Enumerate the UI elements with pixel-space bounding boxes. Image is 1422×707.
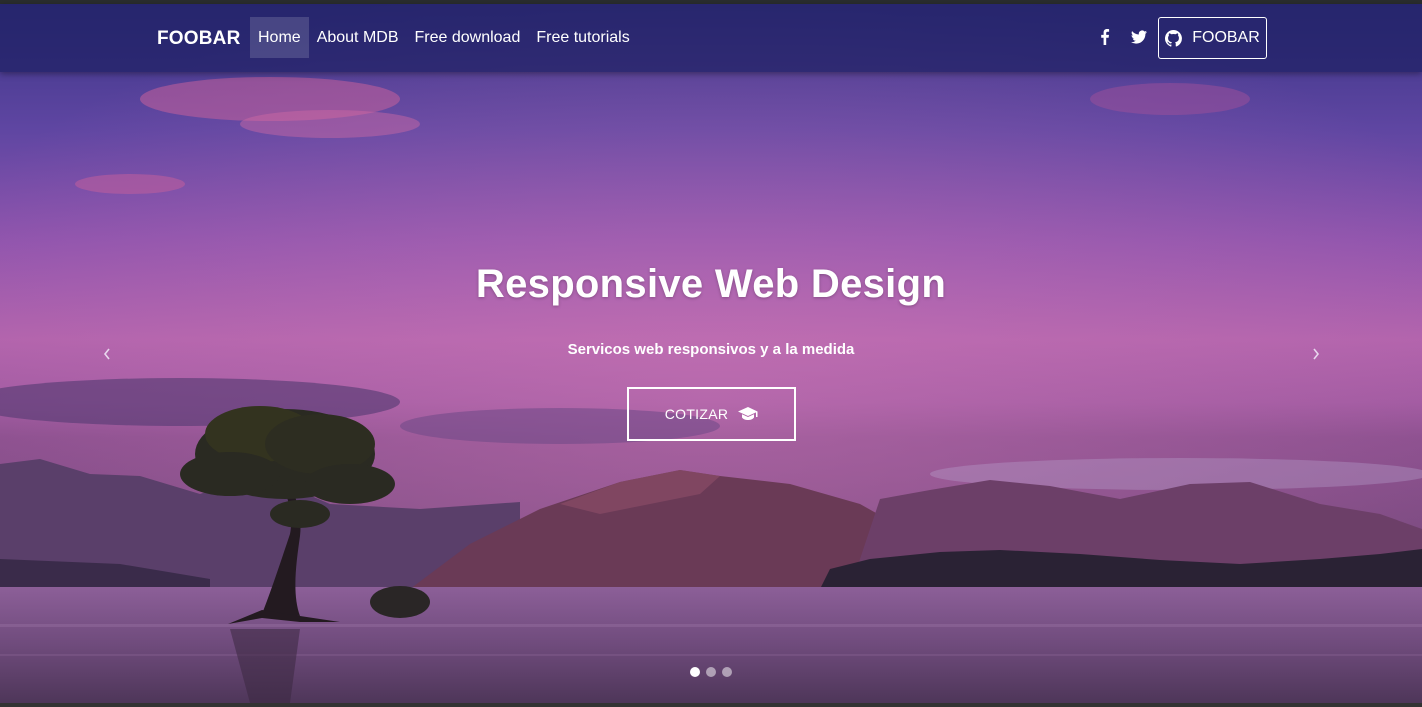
carousel-caption: Responsive Web Design Servicos web respo…: [0, 262, 1422, 358]
nav-links: Home About MDB Free download Free tutori…: [250, 17, 638, 58]
cotizar-button-label: COTIZAR: [664, 406, 729, 422]
carousel-indicator-1[interactable]: [690, 667, 700, 677]
chevron-right-icon: [1313, 348, 1320, 360]
nav-link-free-tutorials[interactable]: Free tutorials: [528, 17, 637, 58]
graduation-cap-icon: [738, 407, 758, 420]
github-icon: [1165, 29, 1183, 47]
hero-subtitle: Servicos web responsivos y a la medida: [567, 341, 855, 358]
carousel-prev-arrow[interactable]: [97, 342, 117, 366]
chevron-left-icon: [103, 348, 110, 360]
carousel-next-arrow[interactable]: [1306, 342, 1326, 366]
nav-link-home[interactable]: Home: [250, 17, 309, 58]
navbar: FOOBAR Home About MDB Free download Free…: [0, 4, 1422, 72]
twitter-icon[interactable]: [1128, 26, 1150, 48]
github-button[interactable]: FOOBAR: [1158, 17, 1267, 59]
cotizar-button[interactable]: COTIZAR: [627, 387, 796, 441]
carousel-indicator-3[interactable]: [722, 667, 732, 677]
facebook-icon[interactable]: [1094, 26, 1116, 48]
taskbar-edge: [0, 703, 1422, 707]
nav-link-about-mdb[interactable]: About MDB: [309, 17, 407, 58]
brand-logo[interactable]: FOOBAR: [157, 28, 241, 50]
nav-link-free-download[interactable]: Free download: [407, 17, 529, 58]
github-button-label: FOOBAR: [1192, 29, 1260, 46]
carousel-indicators: [690, 667, 732, 677]
carousel-indicator-2[interactable]: [706, 667, 716, 677]
hero-title: Responsive Web Design: [475, 262, 947, 306]
